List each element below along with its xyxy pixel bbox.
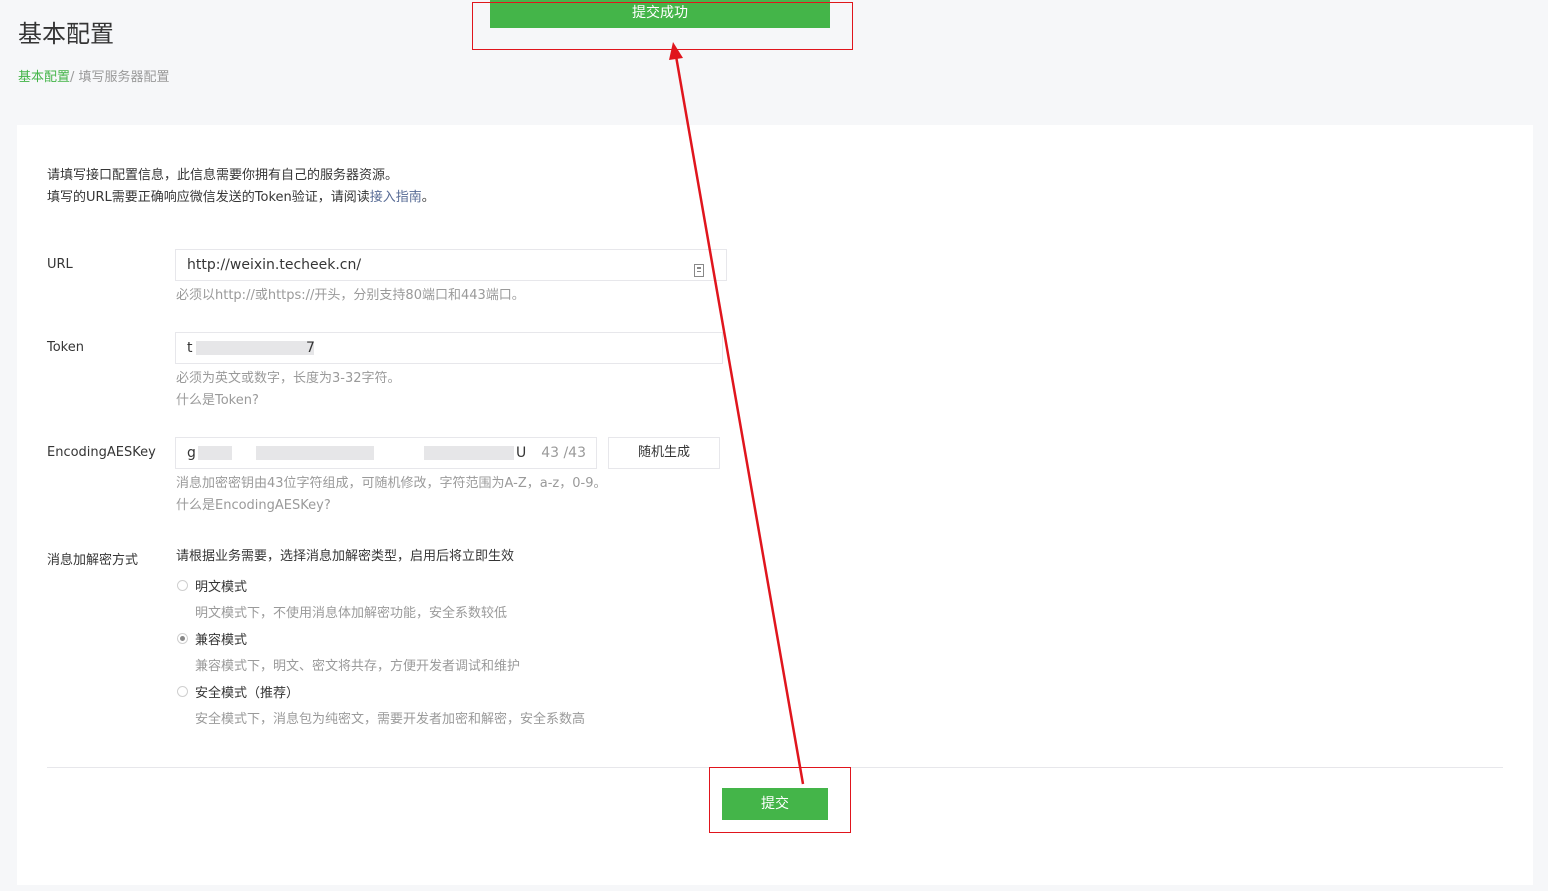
intro-line-1: 请填写接口配置信息，此信息需要你拥有自己的服务器资源。 — [47, 168, 399, 183]
token-value-end: 7 — [306, 340, 315, 356]
breadcrumb-link-basic-config[interactable]: 基本配置 — [18, 70, 70, 85]
intro-text: 请填写接口配置信息，此信息需要你拥有自己的服务器资源。 填写的URL需要正确响应… — [47, 165, 435, 209]
radio-button-checked[interactable] — [177, 633, 188, 644]
radio-label: 安全模式（推荐） — [195, 686, 300, 701]
aeskey-value-start: g — [187, 445, 196, 461]
aeskey-redaction-3 — [424, 446, 514, 460]
aeskey-label: EncodingAESKey — [47, 445, 156, 460]
token-help-link[interactable]: 什么是Token? — [176, 390, 259, 412]
intro-line-2: 填写的URL需要正确响应微信发送的Token验证，请阅读接入指南。 — [47, 187, 435, 209]
breadcrumb-current: 填写服务器配置 — [78, 70, 170, 85]
url-input-value: http://weixin.techeek.cn/ — [187, 257, 362, 273]
token-label: Token — [47, 340, 84, 355]
url-label: URL — [47, 257, 73, 272]
random-generate-button[interactable]: 随机生成 — [608, 437, 720, 469]
aeskey-help-link[interactable]: 什么是EncodingAESKey? — [176, 495, 331, 517]
url-hint: 必须以http://或https://开头，分别支持80端口和443端口。 — [176, 288, 525, 303]
aeskey-char-counter: 43 /43 — [541, 445, 586, 461]
intro-line-2-suffix: 。 — [421, 190, 435, 205]
token-input[interactable]: t 7 — [175, 332, 723, 364]
breadcrumb: 基本配置/ 填写服务器配置 — [18, 66, 170, 85]
intro-line-2-prefix: 填写的URL需要正确响应微信发送的Token验证，请阅读 — [47, 190, 370, 205]
annotation-box-toast — [472, 2, 853, 50]
radio-desc-secure: 安全模式下，消息包为纯密文，需要开发者加密和解密，安全系数高 — [195, 712, 586, 727]
radio-label: 明文模式 — [195, 580, 248, 595]
aeskey-input[interactable]: g U 43 /43 — [175, 437, 597, 469]
radio-secure-mode[interactable]: 安全模式（推荐） — [177, 682, 299, 701]
aeskey-hint: 消息加密密钥由43位字符组成，可随机修改，字符范围为A-Z，a-z，0-9。 — [176, 476, 607, 491]
token-hint: 必须为英文或数字，长度为3-32字符。 — [176, 371, 401, 386]
aeskey-redaction-2 — [256, 446, 374, 460]
radio-compatible-mode[interactable]: 兼容模式 — [177, 629, 247, 648]
access-guide-link[interactable]: 接入指南 — [370, 190, 422, 205]
aeskey-redaction-1 — [198, 446, 232, 460]
clipboard-icon[interactable] — [694, 258, 704, 277]
breadcrumb-separator: / — [70, 70, 79, 85]
page-title: 基本配置 — [18, 20, 114, 48]
radio-desc-plaintext: 明文模式下，不使用消息体加解密功能，安全系数较低 — [195, 606, 508, 621]
radio-plaintext-mode[interactable]: 明文模式 — [177, 576, 247, 595]
annotation-box-submit — [709, 767, 851, 833]
encryption-label: 消息加解密方式 — [47, 553, 139, 568]
token-value-start: t — [187, 340, 193, 356]
token-redaction — [196, 341, 314, 355]
aeskey-value-end: U — [516, 445, 527, 461]
radio-label: 兼容模式 — [195, 633, 248, 648]
radio-desc-compatible: 兼容模式下，明文、密文将共存，方便开发者调试和维护 — [195, 659, 521, 674]
url-input[interactable]: http://weixin.techeek.cn/ — [175, 249, 727, 281]
radio-button[interactable] — [177, 686, 188, 697]
radio-button[interactable] — [177, 580, 188, 591]
encryption-instruction: 请根据业务需要，选择消息加解密类型，启用后将立即生效 — [176, 549, 515, 564]
